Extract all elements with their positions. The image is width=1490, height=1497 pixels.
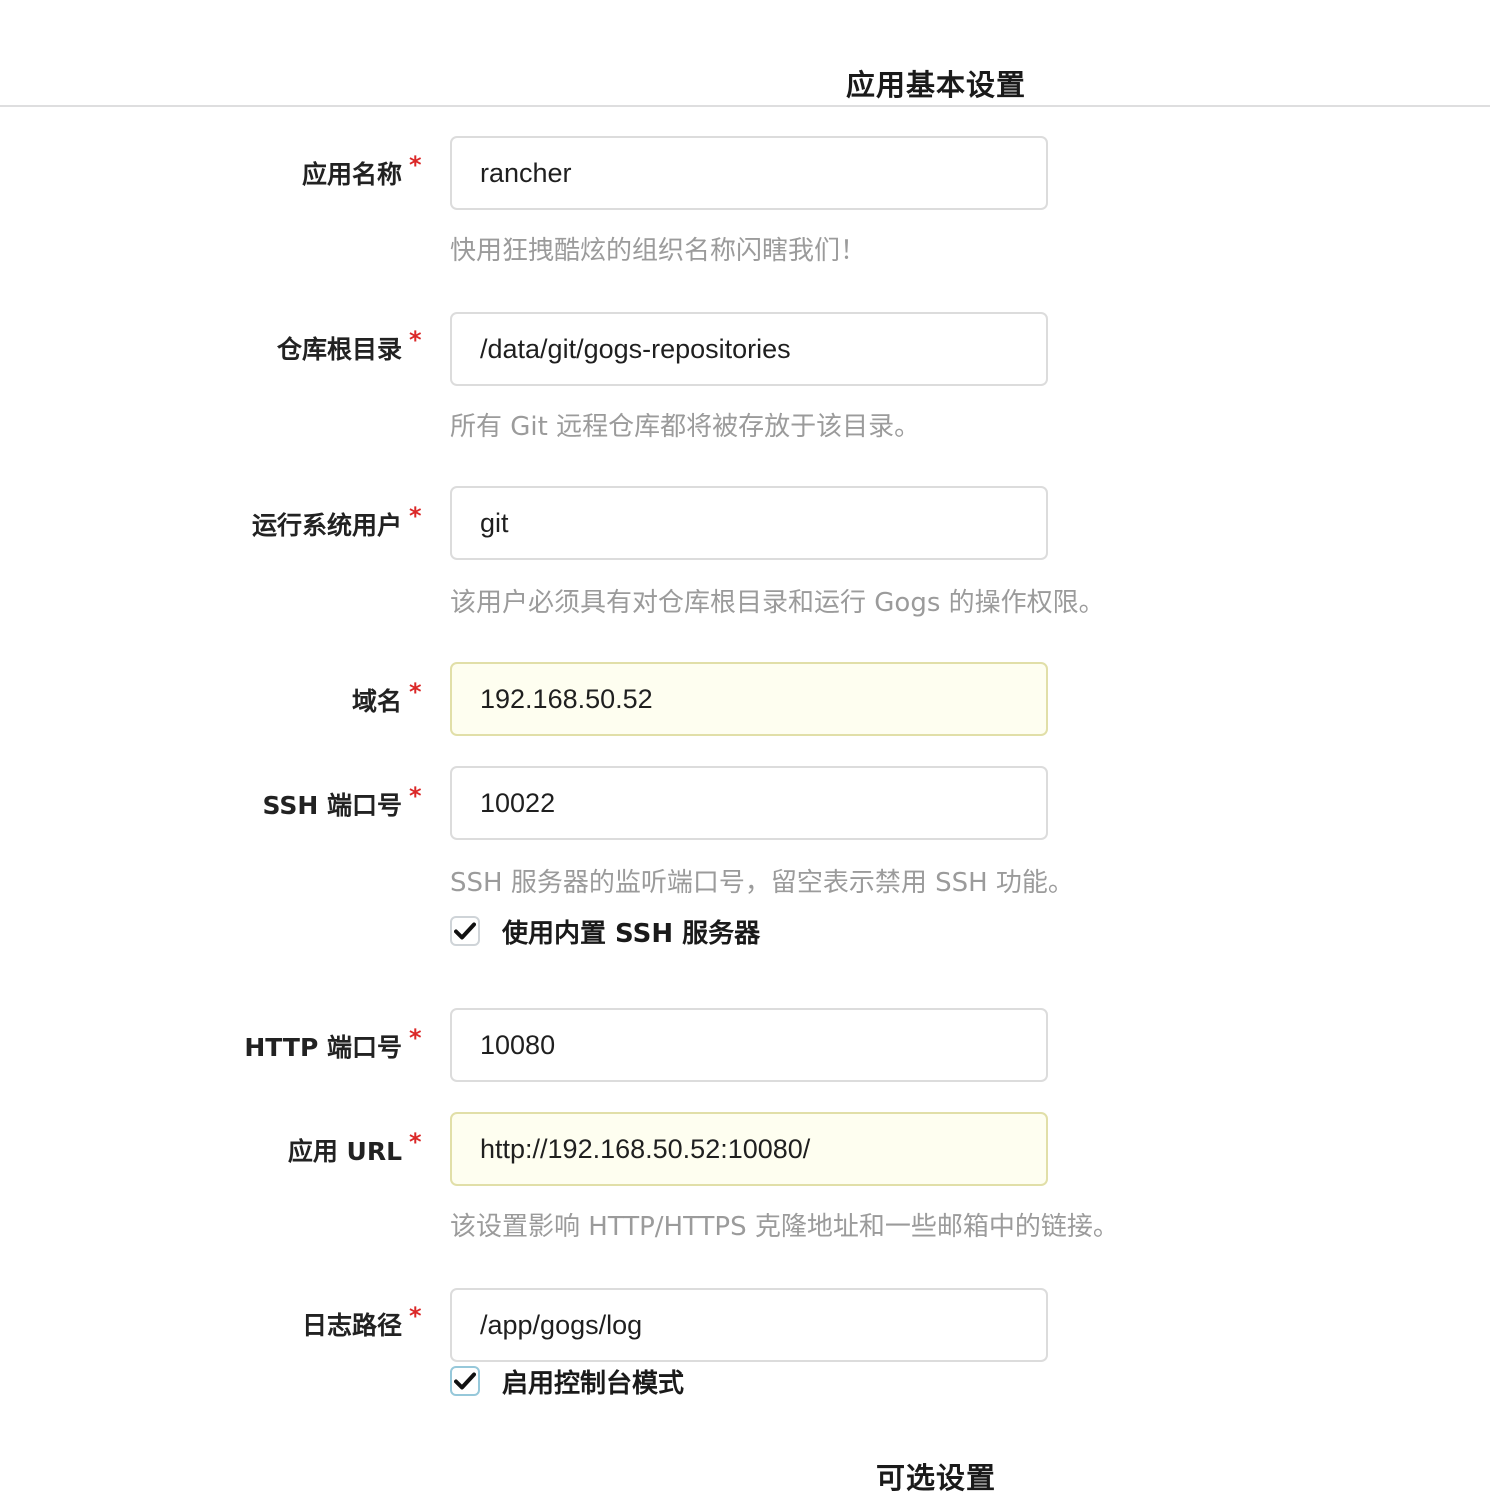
app-url-input[interactable] bbox=[450, 1112, 1048, 1186]
http-port-input[interactable] bbox=[450, 1008, 1048, 1082]
required-star: * bbox=[409, 502, 422, 530]
section-divider bbox=[0, 105, 1490, 107]
run-user-input[interactable] bbox=[450, 486, 1048, 560]
run-user-label: 运行系统用户 bbox=[251, 511, 402, 540]
log-path-input[interactable] bbox=[450, 1288, 1048, 1362]
builtin-ssh-server-label: 使用内置 SSH 服务器 bbox=[502, 918, 761, 949]
builtin-ssh-server-checkbox[interactable]: 使用内置 SSH 服务器 bbox=[450, 914, 761, 949]
checkbox-box[interactable] bbox=[450, 1366, 480, 1396]
checkmark-icon bbox=[454, 1372, 476, 1390]
required-star: * bbox=[409, 782, 422, 810]
ssh-port-input[interactable] bbox=[450, 766, 1048, 840]
app-name-help: 快用狂拽酷炫的组织名称闪瞎我们！ bbox=[450, 236, 867, 266]
domain-label: 域名 bbox=[351, 687, 402, 716]
checkbox-box[interactable] bbox=[450, 916, 480, 946]
required-star: * bbox=[409, 151, 422, 179]
required-star: * bbox=[409, 326, 422, 354]
required-star: * bbox=[409, 1128, 422, 1156]
ssh-port-help: SSH 服务器的监听端口号，留空表示禁用 SSH 功能。 bbox=[450, 868, 1074, 898]
domain-input[interactable] bbox=[450, 662, 1048, 736]
app-name-input[interactable] bbox=[450, 136, 1048, 210]
log-path-label: 日志路径 bbox=[301, 1311, 402, 1340]
run-user-help: 该用户必须具有对仓库根目录和运行 Gogs 的操作权限。 bbox=[450, 588, 1105, 618]
optional-settings-title: 可选设置 bbox=[876, 1461, 997, 1495]
required-star: * bbox=[409, 678, 422, 706]
http-port-label: HTTP 端口号 bbox=[244, 1033, 402, 1062]
checkmark-icon bbox=[454, 922, 476, 940]
app-url-help: 该设置影响 HTTP/HTTPS 克隆地址和一些邮箱中的链接。 bbox=[450, 1212, 1119, 1242]
console-mode-checkbox[interactable]: 启用控制台模式 bbox=[450, 1364, 685, 1399]
ssh-port-label: SSH 端口号 bbox=[262, 791, 402, 820]
repo-root-label: 仓库根目录 bbox=[276, 335, 402, 364]
required-star: * bbox=[409, 1302, 422, 1330]
repo-root-help: 所有 Git 远程仓库都将被存放于该目录。 bbox=[450, 412, 921, 442]
section-title: 应用基本设置 bbox=[846, 68, 1027, 102]
repo-root-input[interactable] bbox=[450, 312, 1048, 386]
app-url-label: 应用 URL bbox=[287, 1137, 402, 1166]
required-star: * bbox=[409, 1024, 422, 1052]
app-name-label: 应用名称 bbox=[301, 160, 402, 189]
console-mode-label: 启用控制台模式 bbox=[502, 1368, 685, 1399]
